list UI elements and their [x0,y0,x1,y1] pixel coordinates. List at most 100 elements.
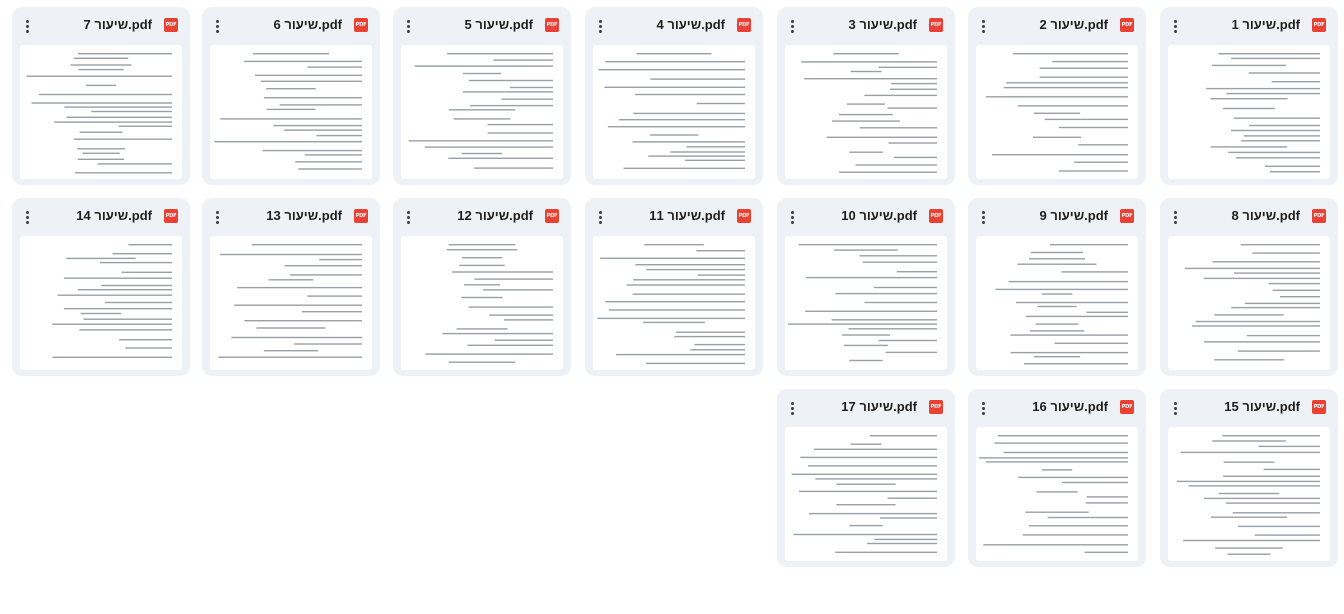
pdf-icon: PDF [1312,18,1326,32]
file-thumbnail[interactable] [210,45,372,179]
page-preview [598,53,745,169]
file-card[interactable]: שיעור 13.pdf PDF [202,198,380,376]
more-options-icon[interactable] [401,209,415,225]
file-thumbnail[interactable] [1168,236,1330,370]
more-options-icon[interactable] [785,209,799,225]
page-preview [1176,435,1320,555]
file-card[interactable]: שיעור 6.pdf PDF [202,7,380,185]
pdf-icon: PDF [164,209,178,223]
file-card[interactable]: שיעור 7.pdf PDF [12,7,190,185]
page-preview [1184,244,1320,361]
file-card[interactable]: שיעור 4.pdf PDF [585,7,763,185]
file-thumbnail[interactable] [1168,427,1330,561]
file-title: שיעור 16.pdf [1032,399,1108,414]
file-card-header: שיעור 4.pdf PDF [585,7,763,45]
pdf-icon: PDF [164,18,178,32]
file-title: שיעור 1.pdf [1231,17,1300,32]
file-thumbnail[interactable] [785,236,947,370]
file-card[interactable]: שיעור 11.pdf PDF [585,198,763,376]
more-options-icon[interactable] [593,18,607,34]
page-preview [788,244,937,362]
file-title: שיעור 3.pdf [848,17,917,32]
file-card-header: שיעור 13.pdf PDF [202,198,380,236]
file-card[interactable]: שיעור 17.pdf PDF [777,389,955,567]
file-thumbnail[interactable] [976,236,1138,370]
more-options-icon[interactable] [1168,400,1182,416]
more-options-icon[interactable] [20,209,34,225]
more-options-icon[interactable] [1168,18,1182,34]
file-title: שיעור 13.pdf [266,208,342,223]
file-card-header: שיעור 9.pdf PDF [968,198,1146,236]
pdf-icon: PDF [1312,209,1326,223]
more-options-icon[interactable] [593,209,607,225]
pdf-icon: PDF [1120,18,1134,32]
file-thumbnail[interactable] [976,427,1138,561]
file-card[interactable]: שיעור 1.pdf PDF [1160,7,1338,185]
page-preview [801,53,937,173]
pdf-icon: PDF [737,209,751,223]
page-preview [597,244,745,365]
file-thumbnail[interactable] [1168,45,1330,179]
file-thumbnail[interactable] [401,236,563,370]
file-card[interactable]: שיעור 15.pdf PDF [1160,389,1338,567]
file-card[interactable]: שיעור 10.pdf PDF [777,198,955,376]
file-thumbnail[interactable] [593,236,755,370]
file-card[interactable]: שיעור 16.pdf PDF [968,389,1146,567]
file-thumbnail[interactable] [20,236,182,370]
more-options-icon[interactable] [976,18,990,34]
page-preview [995,244,1128,365]
page-preview [986,53,1128,172]
pdf-icon: PDF [929,400,943,414]
file-card-header: שיעור 2.pdf PDF [968,7,1146,45]
pdf-icon: PDF [929,209,943,223]
page-preview [1206,53,1320,173]
page-preview [979,435,1128,553]
pdf-icon: PDF [354,209,368,223]
more-options-icon[interactable] [785,18,799,34]
more-options-icon[interactable] [976,209,990,225]
file-card-header: שיעור 8.pdf PDF [1160,198,1338,236]
file-card[interactable]: שיעור 14.pdf PDF [12,198,190,376]
file-title: שיעור 12.pdf [457,208,533,223]
page-preview [52,244,173,358]
file-thumbnail[interactable] [401,45,563,179]
file-title: שיעור 5.pdf [464,17,533,32]
file-thumbnail[interactable] [593,45,755,179]
more-options-icon[interactable] [210,209,224,225]
file-card[interactable]: שיעור 12.pdf PDF [393,198,571,376]
file-grid: שיעור 1.pdf PDF שיעור 2.pdf PDF שיעור 3.pdf P… [0,0,1344,614]
file-card-header: שיעור 6.pdf PDF [202,7,380,45]
more-options-icon[interactable] [210,18,224,34]
file-card[interactable]: שיעור 2.pdf PDF [968,7,1146,185]
more-options-icon[interactable] [1168,209,1182,225]
file-thumbnail[interactable] [210,236,372,370]
pdf-icon: PDF [545,18,559,32]
more-options-icon[interactable] [976,400,990,416]
pdf-icon: PDF [1120,400,1134,414]
page-preview [425,244,553,363]
more-options-icon[interactable] [785,400,799,416]
file-thumbnail[interactable] [976,45,1138,179]
file-thumbnail[interactable] [20,45,182,179]
file-card-header: שיעור 11.pdf PDF [585,198,763,236]
file-title: שיעור 6.pdf [273,17,342,32]
file-card[interactable]: שיעור 3.pdf PDF [777,7,955,185]
more-options-icon[interactable] [401,18,415,34]
file-card[interactable]: שיעור 9.pdf PDF [968,198,1146,376]
pdf-icon: PDF [737,18,751,32]
file-card[interactable]: שיעור 8.pdf PDF [1160,198,1338,376]
page-preview [791,435,937,553]
file-title: שיעור 7.pdf [83,17,152,32]
more-options-icon[interactable] [20,18,34,34]
file-title: שיעור 2.pdf [1039,17,1108,32]
page-preview [408,53,553,169]
pdf-icon: PDF [1312,400,1326,414]
file-card-header: שיעור 15.pdf PDF [1160,389,1338,427]
file-thumbnail[interactable] [785,45,947,179]
file-title: שיעור 9.pdf [1039,208,1108,223]
file-title: שיעור 10.pdf [841,208,917,223]
page-preview [26,53,173,174]
file-card[interactable]: שיעור 5.pdf PDF [393,7,571,185]
file-card-header: שיעור 12.pdf PDF [393,198,571,236]
file-thumbnail[interactable] [785,427,947,561]
